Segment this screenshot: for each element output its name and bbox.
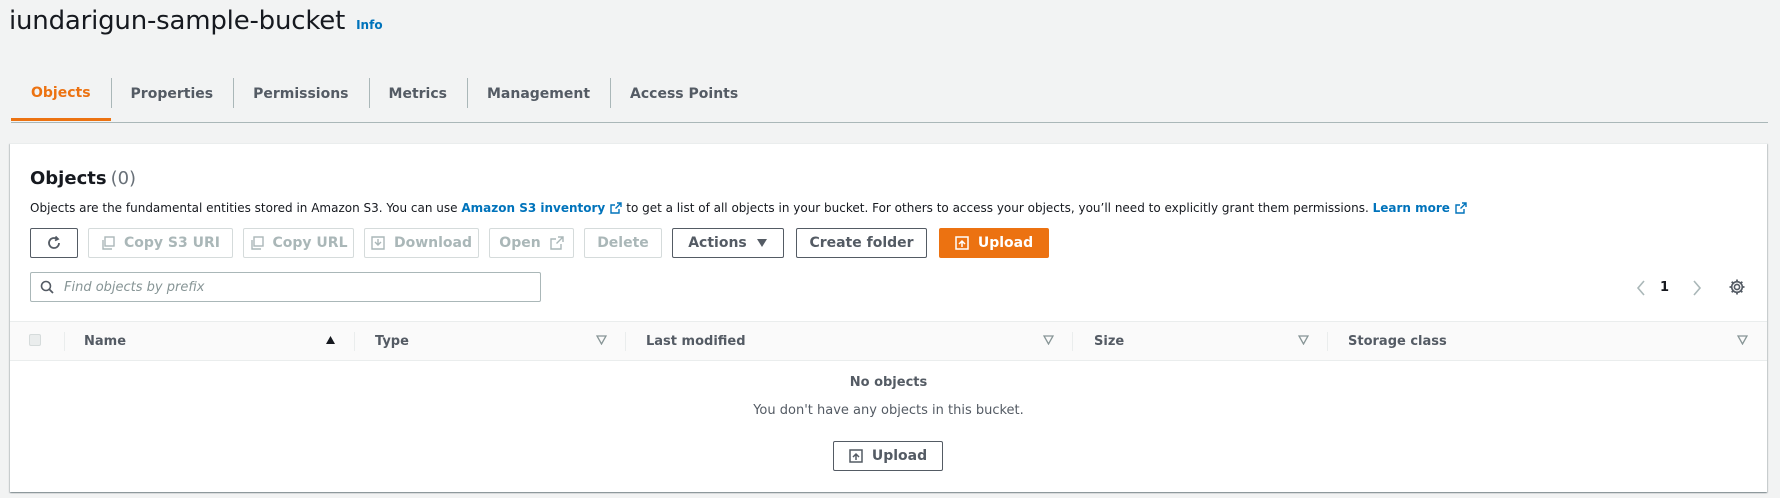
tab-metrics[interactable]: Metrics [368, 67, 467, 121]
desc-text-2: to get a list of all objects in your buc… [626, 201, 1369, 215]
upload-button[interactable]: Upload [939, 228, 1049, 258]
external-link-icon [610, 202, 622, 214]
create-folder-button[interactable]: Create folder [796, 228, 927, 258]
upload-icon [849, 449, 863, 463]
objects-heading: Objects (0) [30, 168, 136, 189]
actions-dropdown[interactable]: Actions [672, 228, 784, 258]
tab-access-points[interactable]: Access Points [610, 67, 758, 121]
search-input[interactable] [62, 278, 506, 296]
desc-text-1: Objects are the fundamental entities sto… [30, 201, 458, 215]
page-number[interactable]: 1 [1660, 280, 1669, 295]
page-title: iundarigun-sample-bucket [9, 6, 346, 36]
column-last-modified[interactable]: Last modified [646, 322, 746, 360]
refresh-icon [48, 235, 60, 249]
objects-heading-label: Objects [30, 168, 107, 189]
sort-icon[interactable] [596, 335, 607, 345]
table-header: Name Type Last modified Size Storage cla… [10, 321, 1767, 361]
tab-bar: Objects Properties Permissions Metrics M… [11, 67, 1768, 123]
external-link-icon [1455, 202, 1467, 214]
tab-permissions[interactable]: Permissions [233, 67, 368, 121]
open-button[interactable]: Open [489, 228, 574, 258]
tab-management[interactable]: Management [466, 67, 610, 121]
objects-panel: Objects (0) Objects are the fundamental e… [10, 143, 1767, 492]
refresh-button[interactable] [30, 228, 78, 258]
search-box [30, 272, 541, 302]
info-link[interactable]: Info [356, 18, 382, 32]
copy-icon [102, 236, 115, 250]
upload-label: Upload [977, 235, 1034, 251]
column-name[interactable]: Name [84, 322, 126, 360]
delete-button[interactable]: Delete [584, 228, 662, 258]
actions-label: Actions [688, 235, 747, 251]
open-label: Open [499, 235, 541, 251]
settings-gear-icon[interactable] [1728, 278, 1746, 296]
tab-objects[interactable]: Objects [11, 67, 111, 121]
download-label: Download [393, 235, 473, 251]
prev-page-icon[interactable] [1636, 280, 1646, 296]
copy-icon [250, 236, 264, 250]
objects-description: Objects are the fundamental entities sto… [30, 201, 1471, 215]
empty-upload-label: Upload [871, 448, 928, 464]
empty-state-title: No objects [849, 375, 928, 390]
sort-ascending-icon[interactable] [325, 335, 336, 345]
objects-count: (0) [110, 168, 137, 189]
delete-label: Delete [597, 235, 649, 251]
select-all-checkbox[interactable] [29, 334, 41, 346]
inventory-link[interactable]: Amazon S3 inventory [461, 201, 605, 215]
search-icon [40, 280, 54, 294]
copy-s3-uri-label: Copy S3 URI [124, 235, 220, 251]
sort-icon[interactable] [1298, 335, 1309, 345]
column-size[interactable]: Size [1094, 322, 1124, 360]
sort-icon[interactable] [1043, 335, 1054, 345]
upload-icon [955, 236, 969, 250]
create-folder-label: Create folder [809, 235, 914, 251]
download-icon [371, 236, 385, 250]
external-link-icon [549, 236, 564, 250]
copy-s3-uri-button[interactable]: Copy S3 URI [88, 228, 233, 258]
copy-url-label: Copy URL [272, 235, 348, 251]
empty-state-description: You don't have any objects in this bucke… [753, 403, 1024, 418]
learn-more-link[interactable]: Learn more [1373, 201, 1450, 215]
copy-url-button[interactable]: Copy URL [243, 228, 354, 258]
empty-upload-button[interactable]: Upload [833, 441, 943, 471]
caret-down-icon [756, 239, 767, 247]
column-storage-class[interactable]: Storage class [1348, 322, 1447, 360]
column-type[interactable]: Type [375, 322, 409, 360]
next-page-icon[interactable] [1692, 280, 1702, 296]
sort-icon[interactable] [1737, 335, 1748, 345]
tab-properties[interactable]: Properties [110, 67, 234, 121]
download-button[interactable]: Download [364, 228, 479, 258]
page-header: iundarigun-sample-bucket Info [9, 6, 383, 36]
